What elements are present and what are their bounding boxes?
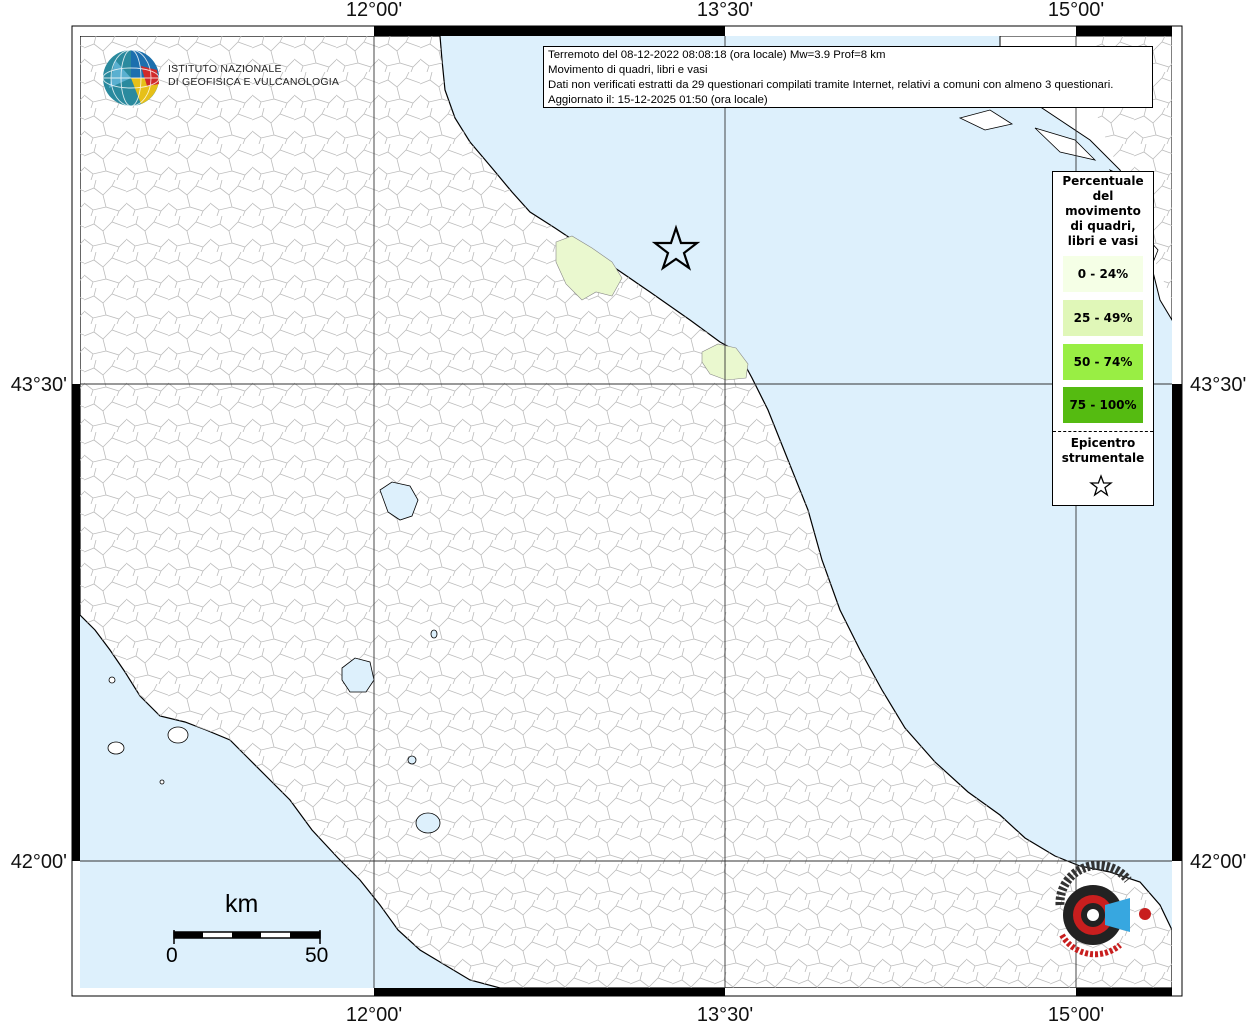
tick-top-2: 13°30' — [697, 0, 753, 21]
legend-title-line: del — [1092, 189, 1114, 203]
legend: Percentuale del movimento di quadri, lib… — [1052, 171, 1154, 506]
legend-class-50-74: 50 - 74% — [1063, 344, 1143, 380]
tick-right-1: 43°30' — [1190, 374, 1246, 396]
scale-min-label: 0 — [166, 944, 178, 967]
legend-title-line: movimento — [1065, 204, 1141, 218]
ingv-logo — [101, 48, 163, 112]
data-note: Dati non verificati estratti da 29 quest… — [548, 79, 1114, 91]
legend-separator — [1053, 431, 1153, 432]
legend-class-75-100: 75 - 100% — [1063, 387, 1143, 423]
event-title: Terremoto del 08-12-2022 08:08:18 (ora l… — [548, 49, 886, 61]
institute-line-2: DI GEOFISICA E VULCANOLOGIA — [168, 76, 340, 88]
tick-left-1: 43°30' — [11, 374, 67, 396]
tick-bottom-1: 12°00' — [346, 1004, 402, 1024]
legend-epicenter-label: Epicentro strumentale — [1053, 436, 1153, 466]
legend-title: Percentuale del movimento di quadri, lib… — [1053, 172, 1153, 249]
scale-unit: km — [225, 890, 259, 918]
tick-right-2: 42°00' — [1190, 851, 1246, 873]
tick-bottom-2: 13°30' — [697, 1004, 753, 1024]
legend-epicenter-line: strumentale — [1061, 451, 1145, 465]
legend-title-line: di quadri, — [1070, 219, 1136, 233]
effect-description: Movimento di quadri, libri e vasi — [548, 64, 708, 76]
legend-title-line: Percentuale — [1062, 174, 1144, 188]
legend-title-line: libri e vasi — [1067, 234, 1139, 248]
legend-class-0-24: 0 - 24% — [1063, 256, 1143, 292]
scale-max-label: 50 — [305, 944, 329, 967]
legend-star-icon — [1089, 474, 1113, 497]
intensity-map: 12°00' 13°30' 15°00' 12°00' 13°30' 15°00… — [11, 0, 1247, 1024]
tick-left-2: 42°00' — [11, 851, 67, 873]
tick-bottom-3: 15°00' — [1048, 1004, 1104, 1024]
institute-name: ISTITUTO NAZIONALE DI GEOFISICA E VULCAN… — [168, 63, 339, 89]
institute-line-1: ISTITUTO NAZIONALE — [168, 63, 282, 75]
legend-class-25-49: 25 - 49% — [1063, 300, 1143, 336]
globe-icon — [102, 49, 160, 107]
legend-epicenter-line: Epicentro — [1070, 436, 1136, 450]
tick-top-3: 15°00' — [1048, 0, 1104, 21]
updated-timestamp: Aggiornato il: 15-12-2025 01:50 (ora loc… — [548, 94, 768, 106]
event-info-box: Terremoto del 08-12-2022 08:08:18 (ora l… — [543, 46, 1153, 108]
tick-top-1: 12°00' — [346, 0, 402, 21]
